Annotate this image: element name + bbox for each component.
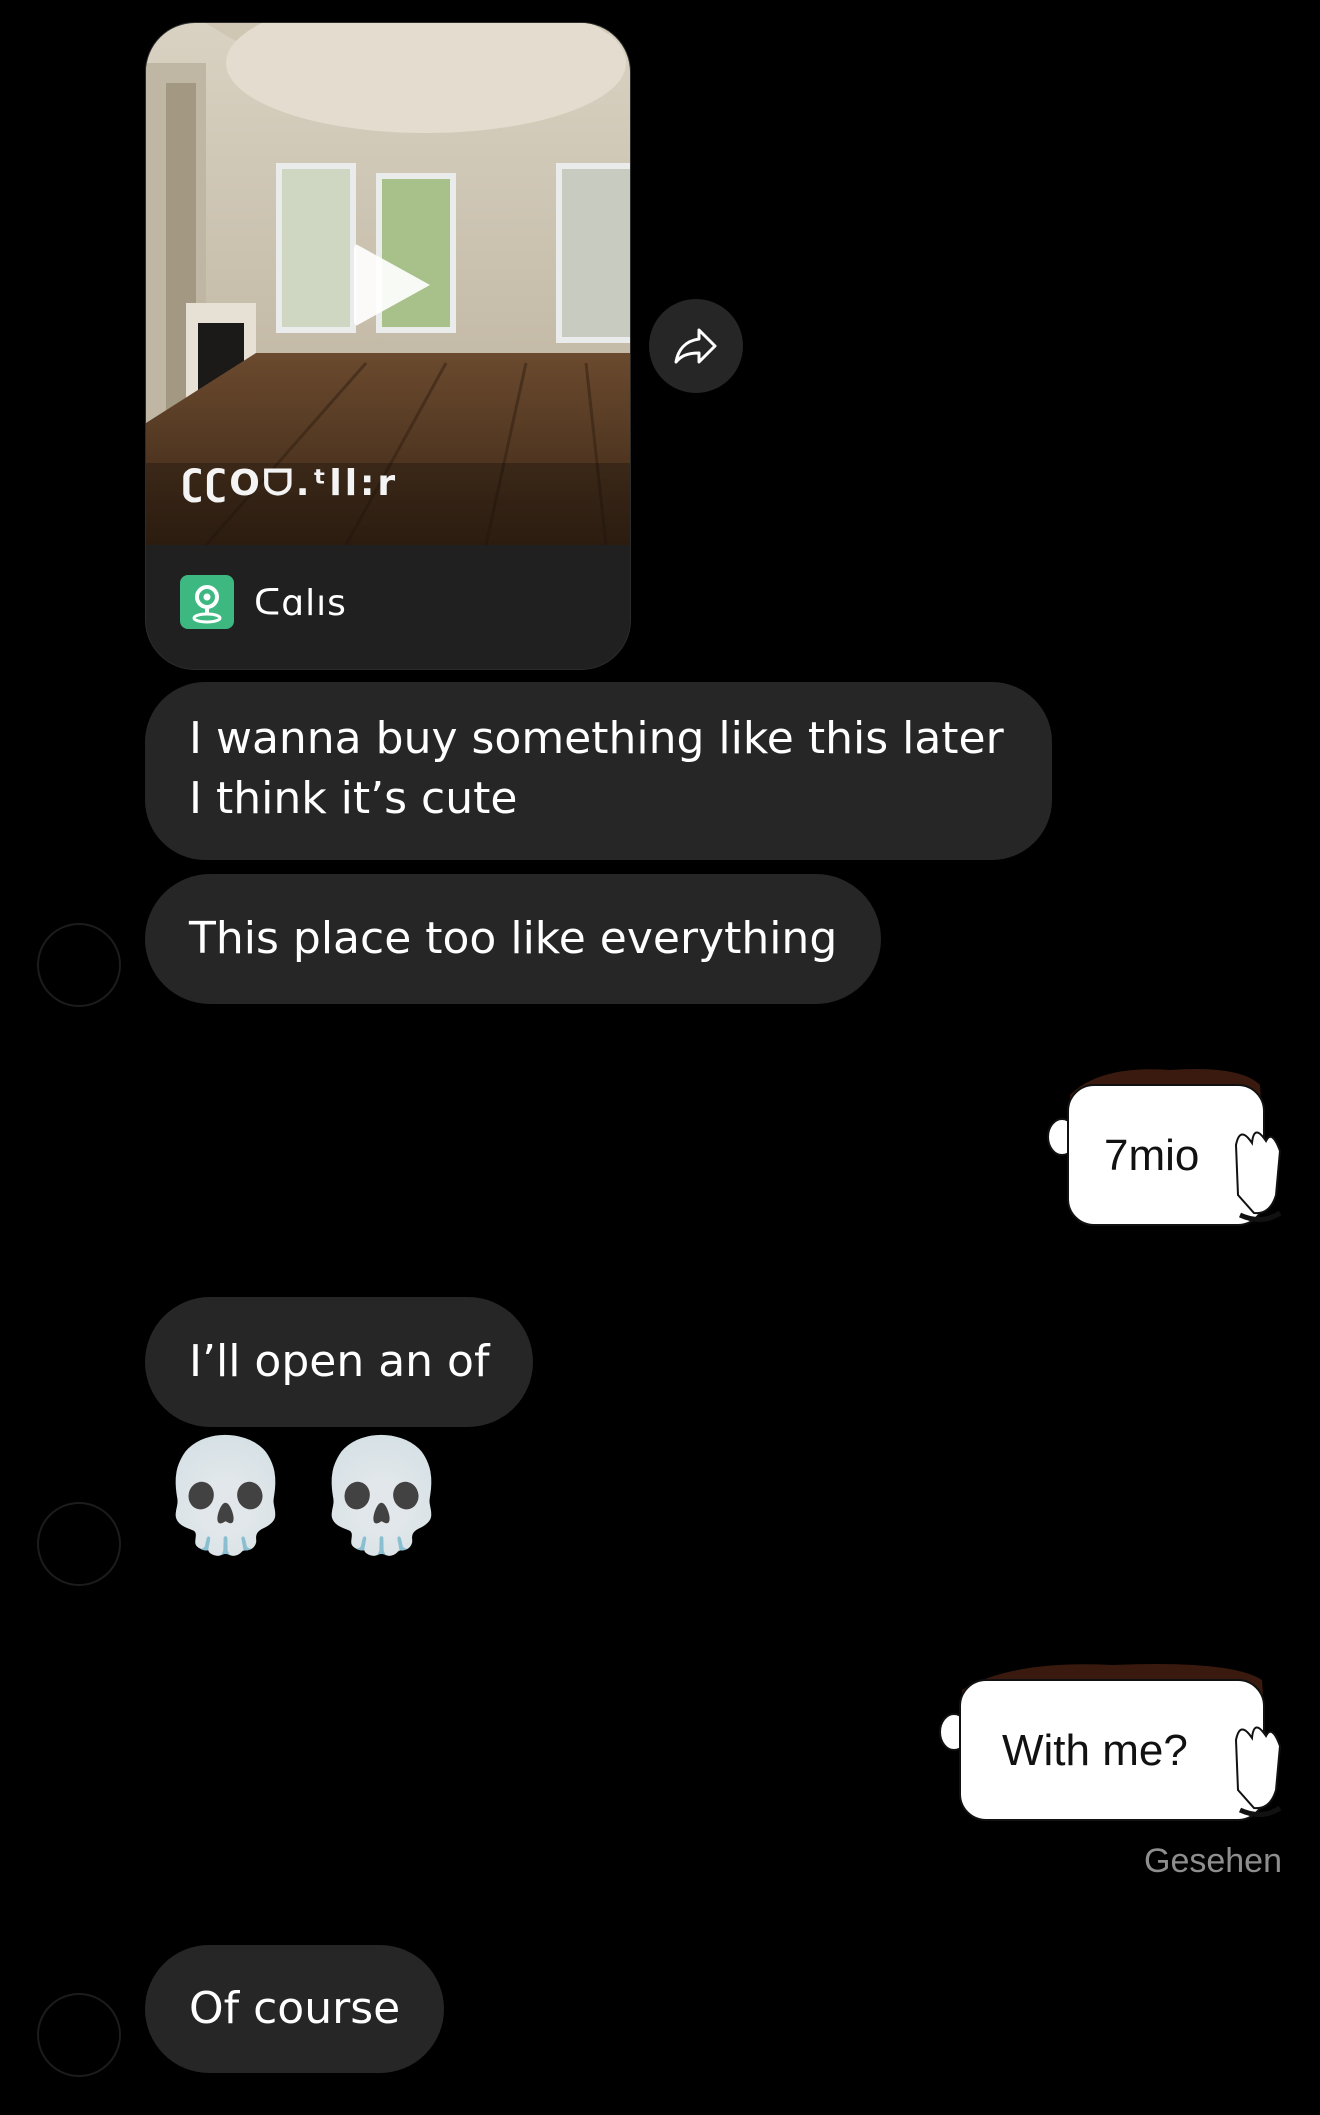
share-arrow-icon xyxy=(674,328,717,364)
seen-status: Gesehen xyxy=(1144,1842,1282,1880)
video-caption: ʗʗOᗜ.ᵗll:r xyxy=(182,463,399,504)
outgoing-message[interactable]: 7mio xyxy=(1040,1065,1290,1240)
video-location-bar[interactable]: ᑕɑlıs xyxy=(146,545,630,669)
location-pin-icon xyxy=(180,575,234,629)
incoming-message[interactable]: I wanna buy something like this later I … xyxy=(145,682,1052,860)
share-button[interactable] xyxy=(649,299,743,393)
location-label: ᑕɑlıs xyxy=(254,583,347,624)
outgoing-message-text: With me? xyxy=(1002,1726,1188,1775)
sender-avatar[interactable] xyxy=(37,923,121,1007)
skull-emoji[interactable]: 💀 xyxy=(313,1440,450,1550)
incoming-message[interactable]: I’ll open an of xyxy=(145,1297,534,1427)
outgoing-message[interactable]: With me? xyxy=(932,1660,1290,1835)
sender-avatar[interactable] xyxy=(37,1993,121,2077)
incoming-message[interactable]: This place too like everything xyxy=(145,874,882,1004)
outgoing-message-text: 7mio xyxy=(1104,1131,1200,1180)
play-icon[interactable] xyxy=(354,243,430,327)
shared-video-card[interactable]: ʗʗOᗜ.ᵗll:r ᑕɑlıs xyxy=(145,22,631,670)
video-thumbnail[interactable]: ʗʗOᗜ.ᵗll:r xyxy=(146,23,630,545)
sender-avatar[interactable] xyxy=(37,1502,121,1586)
skull-emoji[interactable]: 💀 xyxy=(157,1440,294,1550)
incoming-message[interactable]: Of course xyxy=(145,1945,445,2073)
